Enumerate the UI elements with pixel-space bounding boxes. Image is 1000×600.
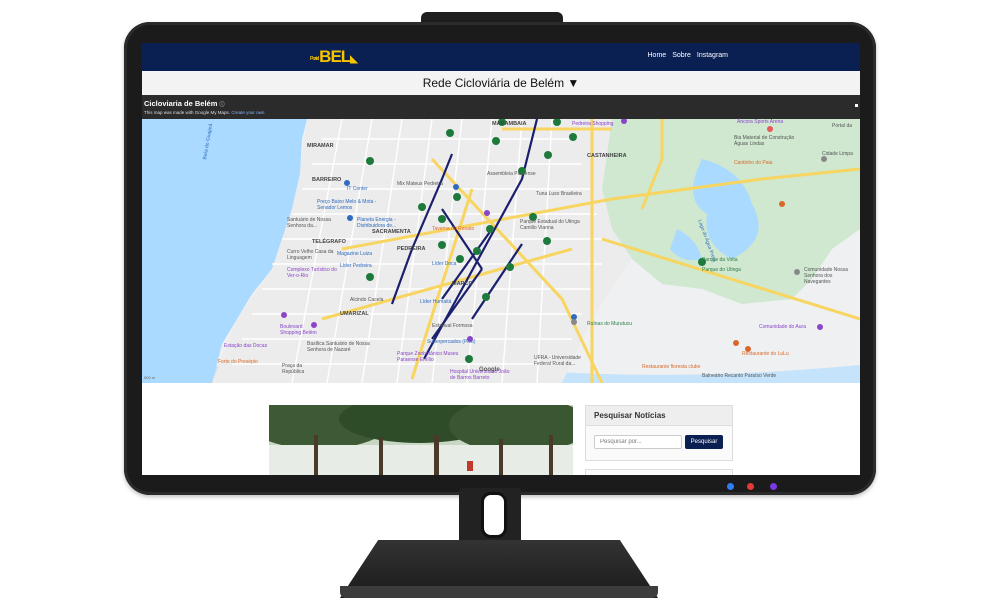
label-cidade-limpa: Cidade Limpa xyxy=(822,151,853,157)
google-logo: Google xyxy=(479,367,500,373)
label-basilica: Basílica Santuário de Nossa Senhora de N… xyxy=(307,341,370,353)
label-miramar: MIRAMAR xyxy=(307,143,334,149)
label-parque-utinga: Parque do Utinga xyxy=(702,267,741,273)
label-ufra: UFRA - Universidade Federal Rural da... xyxy=(534,355,581,367)
next-widget xyxy=(585,469,733,475)
label-portal-da: Portal da xyxy=(832,123,853,129)
top-navbar: PortalBEL◣ Home Sobre Instagram xyxy=(142,43,860,71)
label-telegrafo: TELÉGRAFO xyxy=(312,239,346,245)
label-comunidade-navegantes: Comunidade Nossa Senhora dos Navegantes xyxy=(804,267,848,285)
label-assembleia: Assembleia Paraense xyxy=(487,171,536,177)
site-logo[interactable]: PortalBEL◣ xyxy=(310,47,358,67)
label-alcindo: Alcindo Cacela xyxy=(350,297,384,303)
bike-map[interactable]: MARAMBAIA CASTANHEIRA BARREIRO TELÉGRAFO… xyxy=(142,119,860,383)
label-lider-humaita: Líder Humaitá xyxy=(420,299,452,305)
map-title-text: Cicloviaria de Belém xyxy=(144,99,218,108)
map-credit: This map was made with Google My Maps. C… xyxy=(144,110,266,115)
page-content: Pesquisar Notícias Pesquisar xyxy=(142,383,860,475)
label-restaurante-lulu: Restaurante do LuLu xyxy=(742,351,789,357)
search-button[interactable]: Pesquisar xyxy=(685,435,723,449)
nav-sobre-link[interactable]: Sobre xyxy=(672,52,691,59)
label-it-center: IT Center xyxy=(347,186,368,192)
label-forte: Forte do Presépio xyxy=(218,359,258,365)
cable-hole xyxy=(481,492,507,538)
news-photo[interactable] xyxy=(269,405,573,475)
label-praca-republica: Praça da República xyxy=(282,363,305,375)
label-bia-material: Bia Material de Construção Águas Lindas xyxy=(734,135,795,147)
label-parque-zoo: Parque Zoobotânico Museu Paraense Emílio xyxy=(397,351,459,363)
label-planeta-energia: Planeta Energia - Distribuidora de... xyxy=(357,217,397,229)
label-santuario: Santuário de Nossa Senhora da... xyxy=(287,217,331,229)
label-lider-doca: Líder Doca xyxy=(432,261,457,267)
label-mix-mateus: Mix Mateus Pedreira xyxy=(397,181,443,187)
label-lider-pedreira: Líder Pedreira xyxy=(340,263,372,269)
label-ancora: Âncora Sports Arena xyxy=(737,119,784,125)
info-icon[interactable]: ⓘ xyxy=(219,102,224,108)
label-balneario: Balneário Recanto Paraíso Verde xyxy=(702,373,777,379)
label-preco-baixo: Preço Baixo Melo & Mota - Senador Lemos xyxy=(317,199,377,211)
monitor-button-red[interactable] xyxy=(747,483,754,490)
logo-flag-icon: ◣ xyxy=(350,54,358,65)
label-pedreira: PEDREIRA xyxy=(397,246,426,252)
label-estadual-formosa: Estadual Formosa xyxy=(432,323,473,329)
logo-prefix: Portal xyxy=(310,56,319,62)
label-restaurante-floresta: Restaurante floresta clube xyxy=(642,364,701,370)
label-sacramenta: SACRAMENTA xyxy=(372,229,411,235)
label-ruinas: Ruínas do Murutucu xyxy=(587,321,633,327)
nav-instagram-link[interactable]: Instagram xyxy=(697,52,728,59)
label-barreiro: BARREIRO xyxy=(312,177,342,183)
page-title-bar[interactable]: Rede Cicloviária de Belém ▼ xyxy=(142,71,860,96)
map-scale: 500 m xyxy=(144,375,156,380)
map-embed-header: Cicloviaria de Belém ⓘ This map was made… xyxy=(142,95,860,119)
search-widget: Pesquisar Notícias Pesquisar xyxy=(585,405,733,461)
label-cantinho-paia: Cantinho do Paia xyxy=(734,160,773,166)
map-credit-text: This map was made with Google My Maps. xyxy=(144,110,231,115)
map-title[interactable]: Cicloviaria de Belém ⓘ xyxy=(144,99,224,108)
page-title[interactable]: Rede Cicloviária de Belém ▼ xyxy=(423,76,580,90)
label-marco: MARCO xyxy=(452,281,473,287)
monitor-button-blue[interactable] xyxy=(727,483,734,490)
label-pedreira-shopping: Pedreira Shopping xyxy=(572,121,614,127)
logo-text: BEL xyxy=(319,47,351,66)
label-magazine-luiza: Magazine Luiza xyxy=(337,251,373,257)
monitor-button-purple[interactable] xyxy=(770,483,777,490)
label-tuna: Tuna Luso Brasileira xyxy=(536,191,582,197)
search-widget-title: Pesquisar Notícias xyxy=(586,406,732,426)
label-castanheira: CASTANHEIRA xyxy=(587,153,627,159)
label-complexo-turistico: Complexo Turístico do Ver-o-Rio xyxy=(287,267,337,279)
tree-photo-illustration xyxy=(269,405,573,475)
label-boulevard: Boulevard Shopping Belém xyxy=(280,324,317,336)
label-umarizal: UMARIZAL xyxy=(340,311,369,317)
label-marambaia: MARAMBAIA xyxy=(492,121,527,127)
nav-home-link[interactable]: Home xyxy=(648,52,667,59)
label-taverna: Taverna do Renato xyxy=(432,226,475,232)
create-your-own-link[interactable]: Create your own. xyxy=(231,110,265,115)
monitor-stand-base-edge xyxy=(340,586,658,598)
label-curro-velho: Curro Velho Casa da Linguagem xyxy=(287,249,334,261)
map-menu-icon[interactable] xyxy=(855,104,858,107)
label-parque-volta: Parque da Volta xyxy=(702,257,738,263)
search-input[interactable] xyxy=(594,435,682,449)
monitor-screen: PortalBEL◣ Home Sobre Instagram Rede Cic… xyxy=(142,43,860,475)
label-estacao-docas: Estação das Docas xyxy=(224,343,268,349)
label-superpercados: Superpercados (Pico) xyxy=(427,339,476,345)
nav-links: Home Sobre Instagram xyxy=(648,52,729,59)
label-parque-estadual: Parque Estadual do Utinga Camillo Vianna xyxy=(520,219,580,231)
label-comunidade-aura: Comunidade do Aura xyxy=(759,324,806,330)
